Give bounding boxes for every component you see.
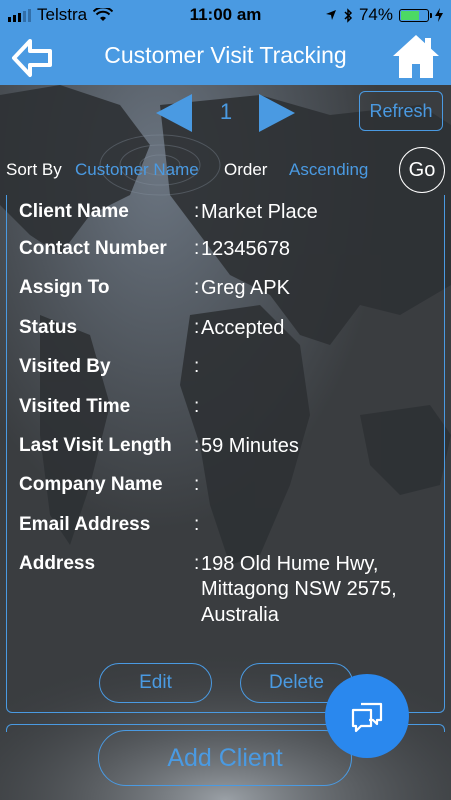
add-client-button[interactable]: Add Client [98, 730, 352, 786]
field-colon: : [194, 514, 200, 535]
field-colon: : [194, 277, 200, 298]
field-value: Accepted [201, 317, 285, 339]
field-value: Greg APK [201, 277, 290, 299]
field-value: 59 Minutes [201, 435, 299, 457]
field-value: Market Place [201, 201, 318, 223]
charging-icon [435, 8, 443, 22]
previous-page-button[interactable] [154, 93, 194, 138]
field-colon: : [194, 238, 200, 259]
page-title: Customer Visit Tracking [104, 42, 347, 68]
field-label: Contact Number [19, 238, 167, 259]
refresh-button[interactable]: Refresh [359, 91, 443, 131]
field-colon: : [194, 474, 200, 495]
field-label: Assign To [19, 277, 110, 298]
status-right: 74% [325, 5, 443, 25]
order-label: Order [224, 160, 268, 179]
home-icon [393, 35, 439, 78]
field-label: Client Name [19, 201, 129, 222]
field-label: Visited Time [19, 396, 131, 417]
field-colon: : [194, 201, 200, 222]
field-label: Status [19, 317, 78, 338]
battery-percent: 74% [358, 5, 393, 24]
sort-by-label: Sort By [6, 160, 62, 179]
chat-icon [351, 702, 383, 733]
field-colon: : [194, 435, 200, 456]
app-header: Customer Visit Tracking [0, 30, 451, 85]
sort-by-select[interactable]: Customer Name [75, 160, 199, 180]
client-record-card: Client Name : Market Place Contact Numbe… [6, 195, 445, 713]
status-bar: Telstra 11:00 am 74% [0, 0, 451, 30]
location-icon [325, 10, 336, 20]
chat-button[interactable] [325, 674, 409, 758]
next-page-button[interactable] [257, 93, 297, 138]
field-colon: : [194, 396, 200, 417]
field-label: Visited By [19, 356, 111, 377]
sort-row: Sort By Customer Name Order Ascending [6, 160, 406, 182]
page-number: 1 [219, 99, 233, 124]
battery-icon [399, 8, 432, 22]
field-colon: : [194, 317, 200, 338]
field-label: Last Visit Length [19, 435, 172, 456]
address-line-2: Mittagong NSW 2575, [201, 578, 397, 600]
field-label: Company Name [19, 474, 163, 495]
field-value: 198 Old Hume Hwy, [201, 553, 379, 575]
order-select[interactable]: Ascending [289, 160, 368, 180]
triangle-right-icon [259, 94, 295, 132]
edit-button[interactable]: Edit [99, 663, 212, 703]
field-colon: : [194, 553, 200, 574]
home-button[interactable] [391, 32, 441, 80]
bluetooth-icon [344, 7, 353, 23]
go-button[interactable]: Go [399, 147, 445, 193]
field-value: 12345678 [201, 238, 290, 260]
triangle-left-icon [156, 94, 192, 132]
field-label: Email Address [19, 514, 151, 535]
address-line-3: Australia [201, 604, 279, 626]
field-colon: : [194, 356, 200, 377]
field-label: Address [19, 553, 96, 574]
